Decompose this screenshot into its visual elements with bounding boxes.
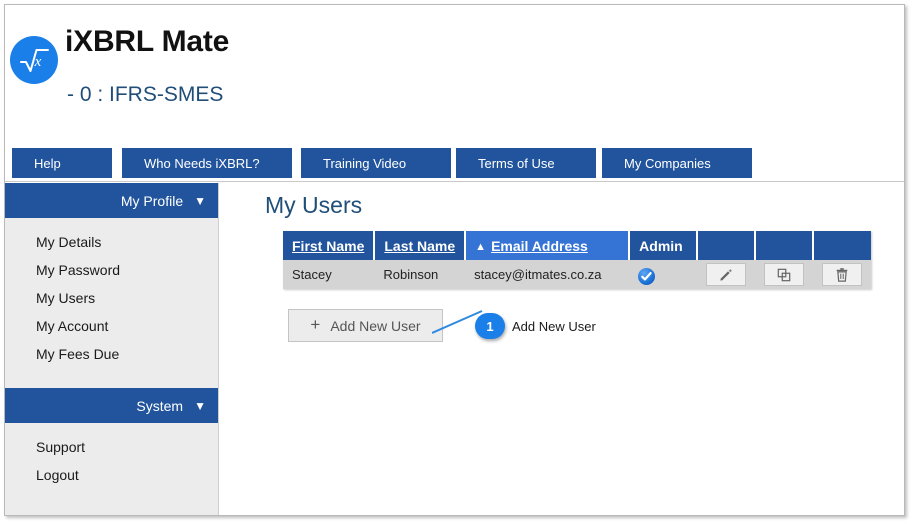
application-window: x iXBRL Mate - 0 : IFRS-SMES Help Who Nee… [4, 4, 905, 516]
delete-button[interactable] [822, 263, 863, 286]
sidebar-item-my-details[interactable]: My Details [5, 228, 218, 256]
chevron-down-icon[interactable]: ▼ [194, 195, 206, 207]
table-row: Stacey Robinson stacey@itmates.co.za [283, 260, 872, 289]
nav-button-training-video[interactable]: Training Video [301, 148, 451, 178]
users-table: First Name Last Name ▲ Email Address Admin S… [283, 231, 872, 289]
nav-button-label: Terms of Use [478, 155, 555, 171]
nav-button-terms-of-use[interactable]: Terms of Use [456, 148, 596, 178]
page-title: My Users [265, 192, 363, 218]
nav-button-label: Training Video [323, 155, 407, 171]
sidebar-link-group: Support Logout [5, 423, 218, 489]
app-title: iXBRL Mate [65, 25, 230, 58]
users-table-body: Stacey Robinson stacey@itmates.co.za [283, 260, 872, 289]
column-header-actions-2 [755, 231, 815, 260]
callout-label-1: Add New User [512, 319, 596, 334]
nav-button-help[interactable]: Help [12, 148, 112, 178]
app-subtitle: - 0 : IFRS-SMES [67, 83, 224, 106]
users-table-head: First Name Last Name ▲ Email Address Admin [283, 231, 872, 260]
nav-divider [5, 181, 904, 182]
delete-icon [835, 267, 849, 282]
top-navigation-bar: Help Who Needs iXBRL? Training Video Terms … [5, 148, 904, 182]
column-header-actions-3 [813, 231, 872, 260]
column-header-label[interactable]: Email Address [491, 238, 588, 254]
add-new-user-button[interactable]: + Add New User [288, 309, 443, 342]
nav-button-label: Help [34, 155, 61, 171]
cell-action [755, 260, 814, 289]
main-content: My Users First Name Last Name ▲ Email Addre… [220, 183, 904, 515]
add-new-user-label: Add New User [330, 317, 421, 334]
edit-icon [719, 268, 733, 282]
sidebar-section-title: My Profile [120, 192, 184, 209]
sidebar-item-my-password[interactable]: My Password [5, 256, 218, 284]
cell-action [697, 260, 756, 289]
sidebar-item-logout[interactable]: Logout [5, 461, 218, 489]
column-header-label[interactable]: Last Name [384, 238, 455, 254]
column-header-admin: Admin [629, 231, 699, 260]
nav-button-label: Who Needs iXBRL? [144, 155, 260, 171]
column-header-last-name[interactable]: Last Name [374, 231, 467, 260]
cell-action [813, 260, 872, 289]
column-header-actions-1 [697, 231, 757, 260]
sidebar-section-header-system[interactable]: System ▼ [5, 388, 218, 423]
sidebar: My Profile ▼ My Details My Password My Users… [5, 183, 219, 515]
nav-button-my-companies[interactable]: My Companies [602, 148, 752, 178]
copy-button[interactable] [764, 263, 805, 286]
sidebar-item-support[interactable]: Support [5, 433, 218, 461]
sqrt-x-logo-icon: x [10, 36, 58, 84]
admin-check-icon [638, 267, 656, 285]
sidebar-item-my-users[interactable]: My Users [5, 284, 218, 312]
edit-button[interactable] [706, 263, 747, 286]
sidebar-item-my-account[interactable]: My Account [5, 312, 218, 340]
cell-email: stacey@itmates.co.za [465, 260, 630, 289]
column-header-label: Admin [639, 237, 683, 254]
nav-button-who-needs-ixbrl[interactable]: Who Needs iXBRL? [122, 148, 292, 178]
sidebar-section-title: System [136, 397, 184, 414]
callout-badge-1: 1 [475, 313, 505, 339]
copy-icon [777, 268, 791, 282]
cell-admin [629, 260, 698, 289]
sidebar-section-header-my-profile[interactable]: My Profile ▼ [5, 183, 218, 218]
nav-button-label: My Companies [624, 155, 711, 171]
column-header-email-address[interactable]: ▲ Email Address [465, 231, 631, 260]
table-header-row: First Name Last Name ▲ Email Address Admin [283, 231, 872, 260]
sidebar-item-my-fees-due[interactable]: My Fees Due [5, 340, 218, 368]
cell-last-name: Robinson [374, 260, 466, 289]
column-header-first-name[interactable]: First Name [283, 231, 376, 260]
sidebar-link-group: My Details My Password My Users My Account M… [5, 218, 218, 368]
app-header: x iXBRL Mate - 0 : IFRS-SMES [5, 5, 904, 138]
cell-first-name: Stacey [283, 260, 375, 289]
column-header-label[interactable]: First Name [292, 238, 364, 254]
sort-ascending-icon: ▲ [475, 240, 487, 253]
plus-icon: + [310, 315, 321, 334]
chevron-down-icon[interactable]: ▼ [194, 400, 206, 412]
svg-text:x: x [34, 54, 42, 70]
